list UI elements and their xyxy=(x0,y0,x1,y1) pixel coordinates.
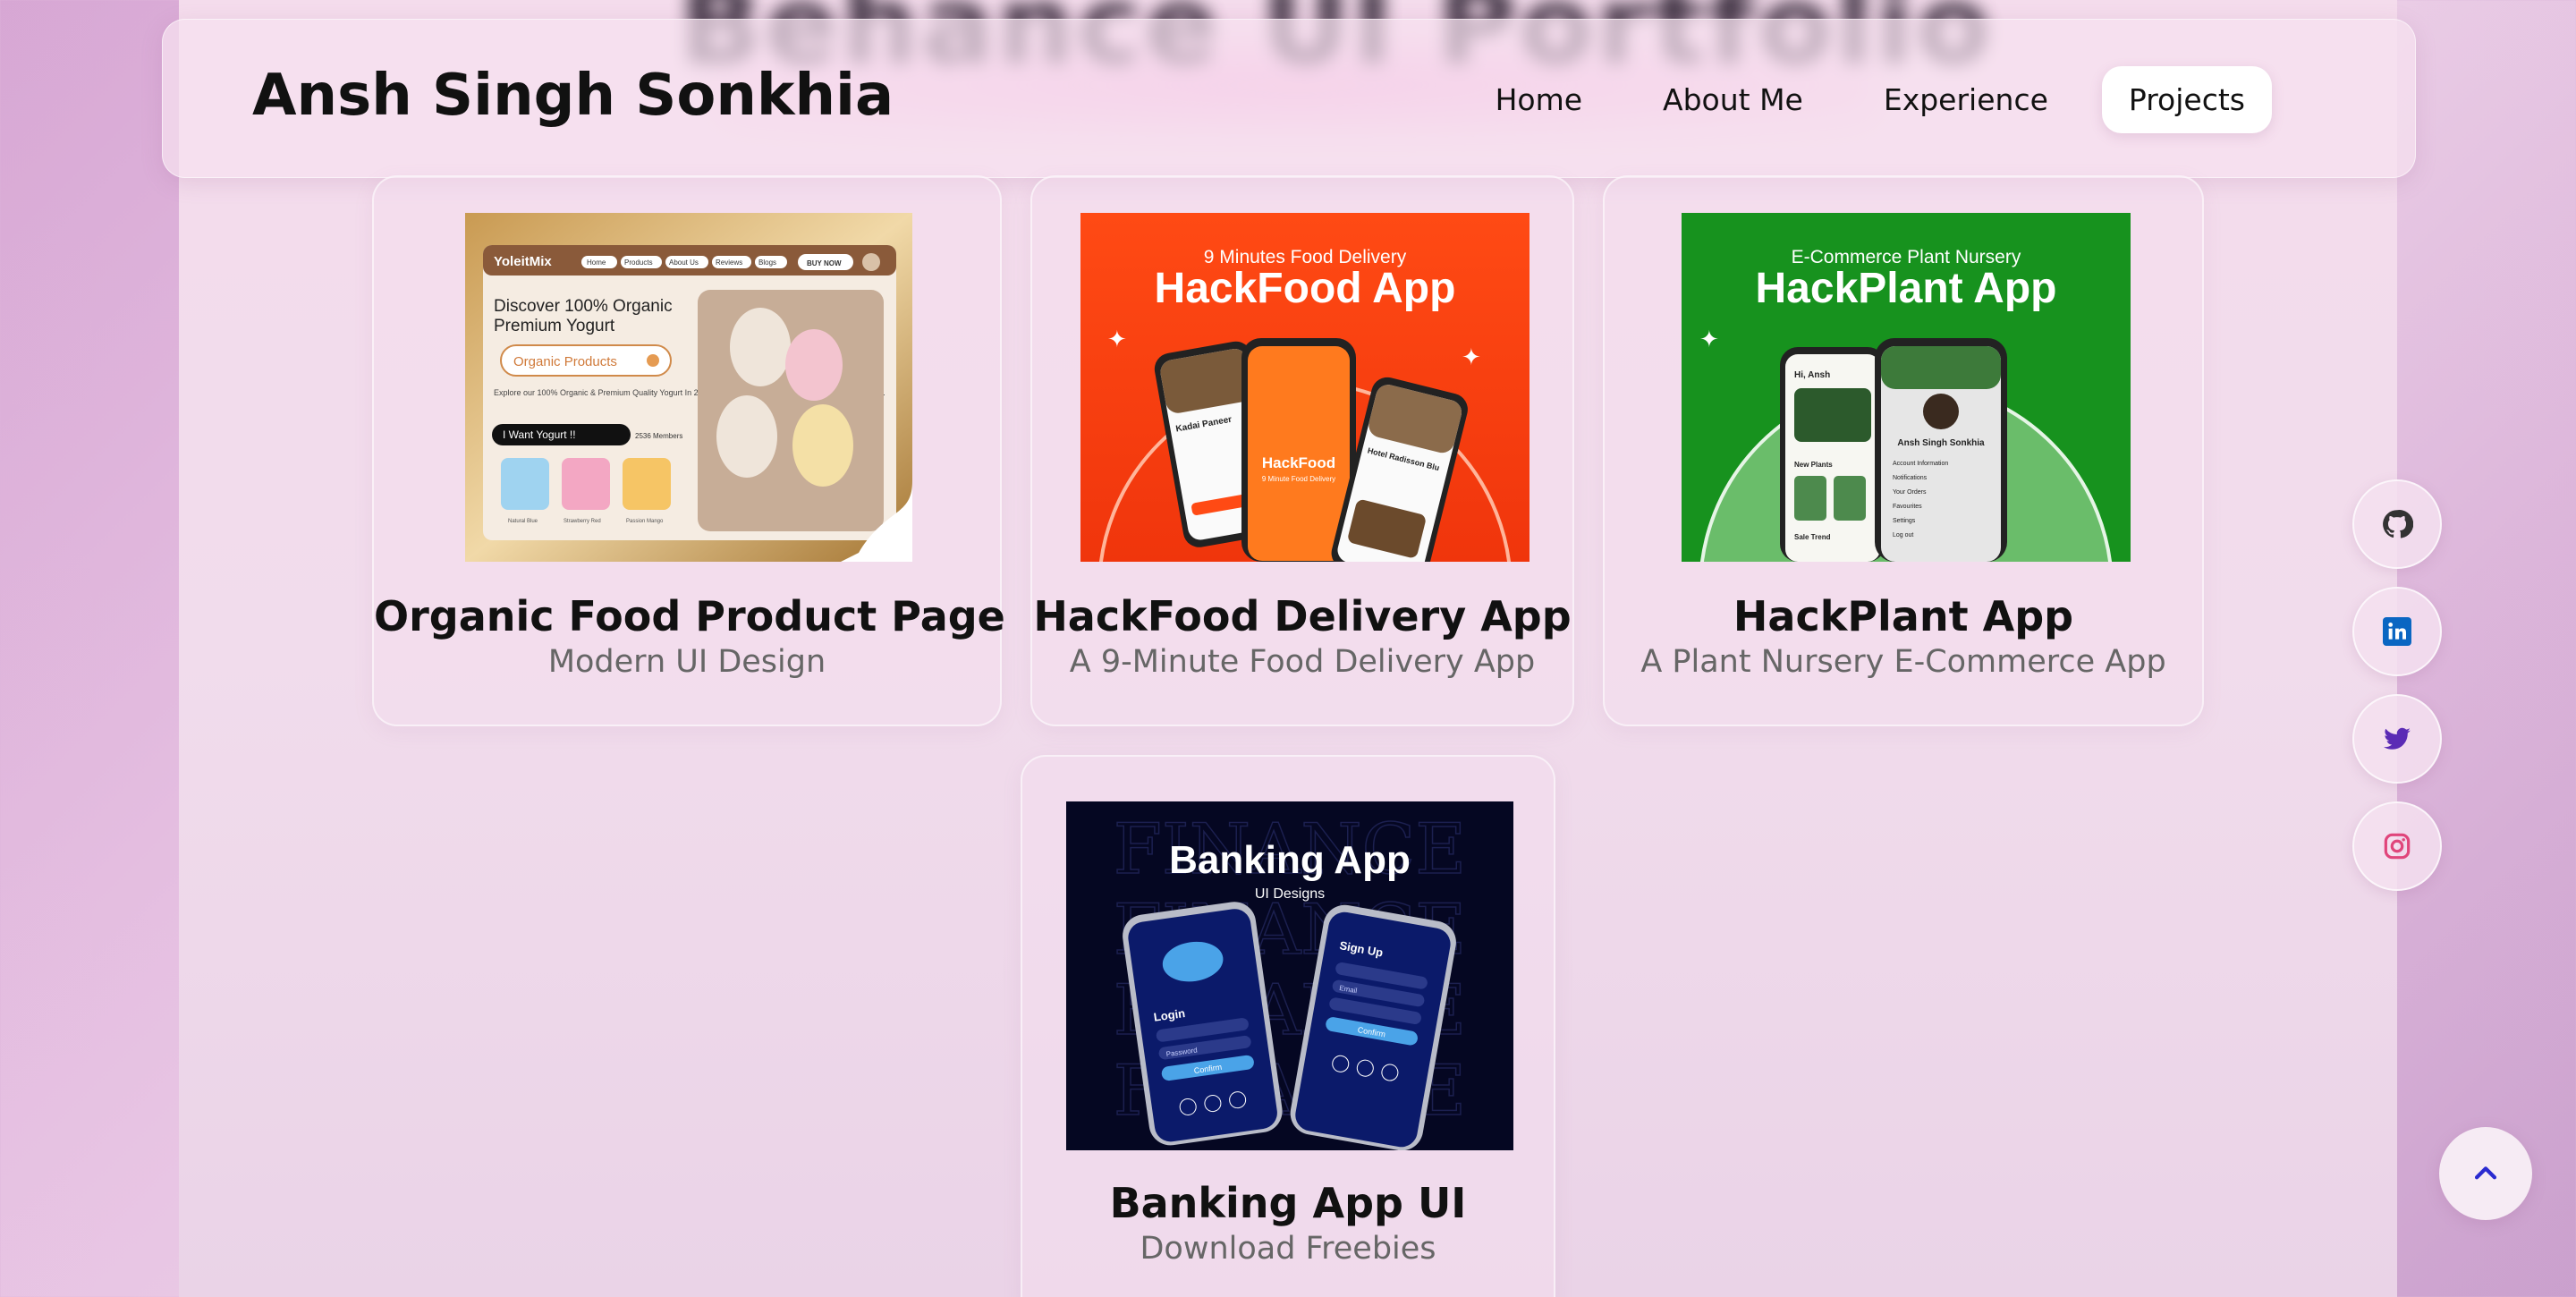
github-icon xyxy=(2383,510,2413,538)
svg-text:Passion Mango: Passion Mango xyxy=(626,519,664,524)
project-card-organic-food[interactable]: YoleitMix Home Products About Us Reviews… xyxy=(372,175,1005,726)
project-card-hackfood[interactable]: 9 Minutes Food Delivery HackFood App ✦ ✦… xyxy=(1030,175,1574,726)
svg-text:Premium Yogurt: Premium Yogurt xyxy=(494,317,615,335)
svg-text:Reviews: Reviews xyxy=(716,259,742,267)
nav-links: Home About Me Experience Projects xyxy=(1469,66,2272,133)
project-subtitle: A Plant Nursery E-Commerce App xyxy=(1640,644,2166,680)
banking-preview-image: FINANCE FINANCE FINANCE FINANCE Banking … xyxy=(1066,801,1513,1150)
project-title: HackPlant App xyxy=(1733,592,2074,640)
svg-text:HackFood App: HackFood App xyxy=(1155,265,1456,312)
nav-projects[interactable]: Projects xyxy=(2101,66,2272,133)
project-subtitle: Modern UI Design xyxy=(547,644,826,680)
svg-text:9 Minute Food Delivery: 9 Minute Food Delivery xyxy=(1262,475,1335,483)
svg-text:Sale Trend: Sale Trend xyxy=(1794,533,1831,541)
svg-text:Natural Blue: Natural Blue xyxy=(508,519,538,524)
svg-text:I Want Yogurt !!: I Want Yogurt !! xyxy=(503,428,576,441)
svg-text:✦: ✦ xyxy=(1462,344,1481,371)
svg-text:Products: Products xyxy=(624,259,653,267)
linkedin-link[interactable] xyxy=(2352,587,2442,676)
github-link[interactable] xyxy=(2352,479,2442,569)
chevron-up-icon xyxy=(2474,1166,2497,1180)
back-to-top-button[interactable] xyxy=(2439,1127,2532,1220)
svg-text:Organic Products: Organic Products xyxy=(513,354,617,369)
svg-text:About Us: About Us xyxy=(669,259,699,267)
twitter-link[interactable] xyxy=(2352,694,2442,784)
svg-text:UI Designs: UI Designs xyxy=(1255,886,1325,902)
project-subtitle: A 9-Minute Food Delivery App xyxy=(1069,644,1536,680)
nav-experience[interactable]: Experience xyxy=(1857,66,2075,133)
project-card-banking[interactable]: FINANCE FINANCE FINANCE FINANCE Banking … xyxy=(1021,755,1555,1297)
svg-text:New Plants: New Plants xyxy=(1794,461,1833,469)
svg-text:HackPlant App: HackPlant App xyxy=(1756,265,2057,312)
nav-about-me[interactable]: About Me xyxy=(1636,66,1830,133)
instagram-icon xyxy=(2384,833,2411,860)
nav-home[interactable]: Home xyxy=(1469,66,1609,133)
svg-text:Strawberry Red: Strawberry Red xyxy=(564,519,601,524)
project-thumbnail-hackplant[interactable]: E-Commerce Plant Nursery HackPlant App ✦… xyxy=(1682,213,2131,562)
project-thumbnail-banking[interactable]: FINANCE FINANCE FINANCE FINANCE Banking … xyxy=(1066,801,1513,1150)
svg-text:Account Information: Account Information xyxy=(1893,461,1948,467)
svg-text:✦: ✦ xyxy=(1699,326,1719,353)
svg-text:Home: Home xyxy=(587,259,606,267)
twitter-icon xyxy=(2384,727,2411,750)
svg-text:Notifications: Notifications xyxy=(1893,475,1928,481)
instagram-link[interactable] xyxy=(2352,801,2442,891)
project-thumbnail-hackfood[interactable]: 9 Minutes Food Delivery HackFood App ✦ ✦… xyxy=(1080,213,1530,562)
hackfood-preview-image: 9 Minutes Food Delivery HackFood App ✦ ✦… xyxy=(1080,213,1530,562)
project-title: Organic Food Product Page xyxy=(374,592,1005,640)
svg-text:✦: ✦ xyxy=(1107,326,1127,353)
svg-text:Ansh Singh Sonkhia: Ansh Singh Sonkhia xyxy=(1897,438,1985,448)
project-card-hackplant[interactable]: E-Commerce Plant Nursery HackPlant App ✦… xyxy=(1603,175,2204,726)
project-subtitle: Download Freebies xyxy=(1140,1231,1436,1267)
navbar: Ansh Singh Sonkhia Home About Me Experie… xyxy=(162,19,2416,178)
organic-food-preview-image: YoleitMix Home Products About Us Reviews… xyxy=(465,213,912,562)
brand-name[interactable]: Ansh Singh Sonkhia xyxy=(252,63,894,129)
linkedin-icon xyxy=(2383,617,2411,646)
svg-text:Hi, Ansh: Hi, Ansh xyxy=(1794,370,1830,380)
project-title: HackFood Delivery App xyxy=(1033,592,1572,640)
svg-text:2536 Members: 2536 Members xyxy=(635,432,682,440)
svg-text:BUY NOW: BUY NOW xyxy=(807,259,842,267)
project-title: Banking App UI xyxy=(1109,1179,1467,1227)
svg-text:HackFood: HackFood xyxy=(1262,454,1335,471)
svg-text:Your Orders: Your Orders xyxy=(1893,489,1927,496)
hackplant-preview-image: E-Commerce Plant Nursery HackPlant App ✦… xyxy=(1682,213,2131,562)
svg-text:Favourites: Favourites xyxy=(1893,504,1922,510)
svg-text:Banking App: Banking App xyxy=(1169,838,1411,882)
svg-text:Settings: Settings xyxy=(1893,518,1916,524)
project-thumbnail-organic-food[interactable]: YoleitMix Home Products About Us Reviews… xyxy=(465,213,912,562)
svg-text:Discover 100% Organic: Discover 100% Organic xyxy=(494,297,673,316)
svg-text:Log out: Log out xyxy=(1893,532,1913,538)
svg-text:Blogs: Blogs xyxy=(758,259,776,267)
thumb-brand: YoleitMix xyxy=(494,254,552,269)
